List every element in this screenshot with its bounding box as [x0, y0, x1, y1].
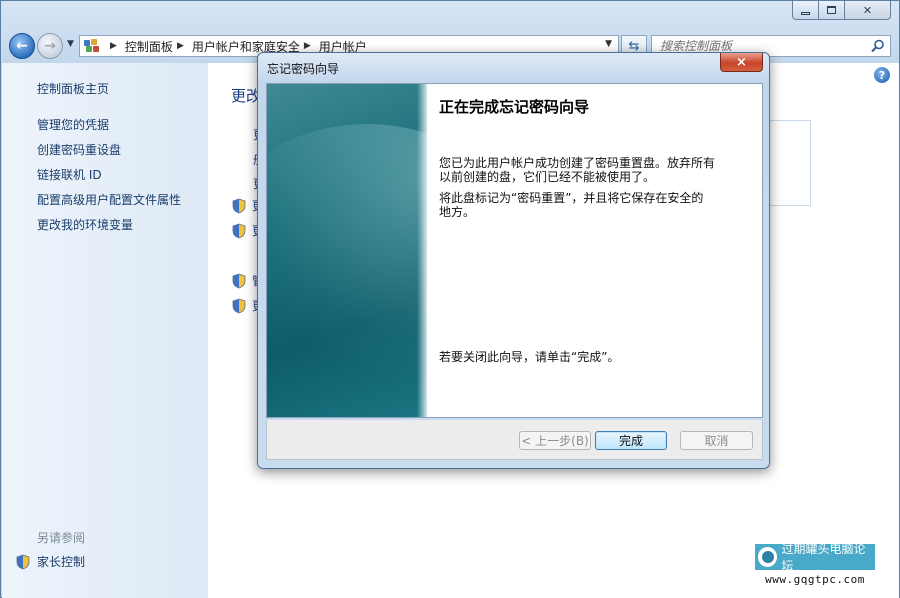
sidebar-item-link-online-id[interactable]: 链接联机 ID [37, 166, 102, 183]
wizard-button-bar: < 上一步(B) 完成 取消 [266, 420, 763, 460]
recent-pages-dropdown[interactable]: ▼ [67, 39, 74, 49]
window-caption-buttons: ✕ [792, 1, 891, 20]
arrow-left-icon: ← [16, 38, 28, 54]
wizard-paragraph-1: 您已为此用户帐户成功创建了密码重置盘。放弃所有 以前创建的盘，它们已经不能被使用… [439, 156, 729, 184]
chevron-right-icon[interactable]: ▶ [110, 41, 117, 51]
breadcrumb-control-panel[interactable]: 控制面板 [125, 38, 173, 55]
wizard-closing-instruction: 若要关闭此向导，请单击“完成”。 [439, 350, 620, 364]
wizard-paragraph-2-line-1: 将此盘标记为“密码重置”，并且将它保存在安全的 [439, 191, 704, 205]
close-button[interactable]: ✕ [845, 1, 891, 20]
finish-button[interactable]: 完成 [595, 431, 667, 450]
parental-controls-label: 家长控制 [37, 555, 86, 569]
wizard-page: 正在完成忘记密码向导 您已为此用户帐户成功创建了密码重置盘。放弃所有 以前创建的… [266, 83, 763, 418]
dialog-close-button[interactable]: × [720, 53, 763, 72]
shield-icon [232, 198, 246, 213]
shield-icon [232, 298, 246, 313]
dialog-title: 忘记密码向导 [267, 62, 340, 76]
forum-logo-icon [758, 547, 778, 567]
sidebar-item-parental-controls[interactable]: 家长控制 [15, 553, 85, 570]
see-also-heading: 另请参阅 [37, 531, 86, 545]
chevron-right-icon[interactable]: ▶ [177, 41, 184, 51]
shield-icon [232, 223, 246, 238]
arrow-right-icon: → [44, 38, 56, 54]
watermark-url: www.gqgtpc.com [755, 570, 875, 590]
watermark-banner: 过期罐头电脑论坛 [755, 542, 875, 573]
close-icon: × [736, 54, 747, 70]
wizard-paragraph-2: 将此盘标记为“密码重置”，并且将它保存在安全的 地方。 [439, 191, 729, 219]
search-input[interactable] [660, 39, 860, 53]
forward-button[interactable]: → [37, 33, 63, 59]
shield-icon [232, 273, 246, 288]
close-icon: ✕ [862, 3, 873, 17]
wizard-paragraph-1-line-1: 您已为此用户帐户成功创建了密码重置盘。放弃所有 [439, 156, 716, 170]
wizard-paragraph-2-line-2: 地方。 [439, 205, 476, 219]
back-button[interactable]: < 上一步(B) [519, 431, 591, 450]
cancel-button[interactable]: 取消 [680, 431, 753, 450]
chevron-right-icon[interactable]: ▶ [304, 41, 311, 51]
sidebar-item-advanced-profile-properties[interactable]: 配置高级用户配置文件属性 [37, 191, 181, 208]
watermark-title: 过期罐头电脑论坛 [781, 542, 866, 573]
forgot-password-wizard-dialog: 忘记密码向导 × 正在完成忘记密码向导 您已为此用户帐户成功创建了密码重置盘。放… [257, 52, 770, 469]
task-sidebar: 控制面板主页 管理您的凭据 创建密码重设盘 链接联机 ID 配置高级用户配置文件… [2, 63, 208, 598]
account-picture-card [769, 120, 811, 206]
maximize-button[interactable] [819, 1, 845, 20]
help-icon[interactable]: ? [874, 67, 890, 83]
wizard-heading: 正在完成忘记密码向导 [439, 98, 590, 116]
maximize-icon [827, 6, 836, 14]
shield-icon [16, 554, 30, 569]
back-button[interactable]: ← [9, 33, 35, 59]
users-icon [84, 39, 100, 53]
wizard-paragraph-1-line-2: 以前创建的盘，它们已经不能被使用了。 [439, 170, 656, 184]
sidebar-item-environment-variables[interactable]: 更改我的环境变量 [37, 216, 133, 233]
search-icon[interactable] [871, 39, 885, 53]
sidebar-item-control-panel-home[interactable]: 控制面板主页 [37, 80, 109, 97]
site-watermark: 过期罐头电脑论坛 www.gqgtpc.com [755, 542, 875, 590]
sidebar-item-manage-credentials[interactable]: 管理您的凭据 [37, 116, 109, 133]
address-dropdown-icon[interactable]: ▼ [605, 39, 612, 49]
minimize-button[interactable] [792, 1, 819, 20]
minimize-icon [801, 11, 810, 15]
sidebar-item-create-password-reset-disk[interactable]: 创建密码重设盘 [37, 141, 121, 158]
wizard-side-banner [267, 84, 427, 417]
